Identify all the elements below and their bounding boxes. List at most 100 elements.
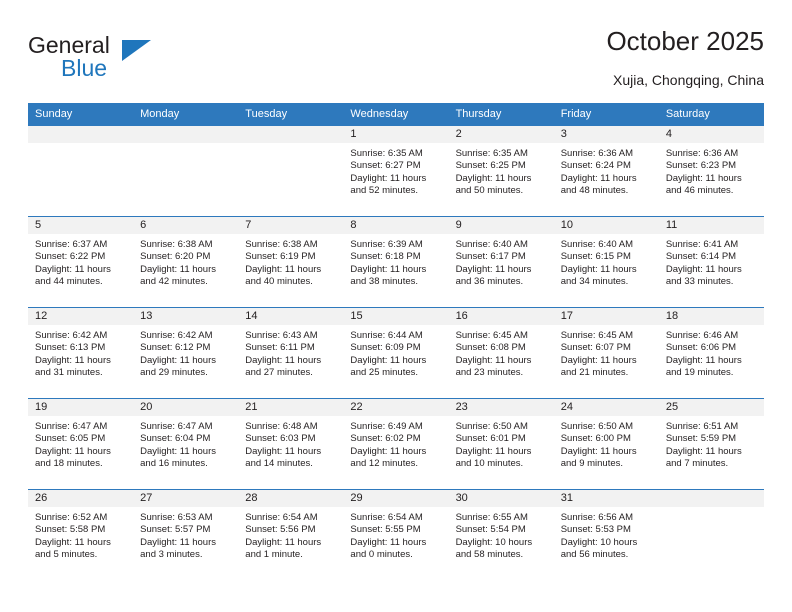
calendar-day-cell[interactable]: 11 Sunrise: 6:41 AM Sunset: 6:14 PM Dayligh… [658,216,764,308]
sunrise-text: Sunrise: 6:38 AM [245,239,318,250]
sunrise-text: Sunrise: 6:55 AM [455,512,528,523]
sunset-text: Sunset: 6:27 PM [350,160,421,172]
calendar-day-cell[interactable]: 14 Sunrise: 6:43 AM Sunset: 6:11 PM Dayligh… [238,307,344,399]
daylight-text-line1: Daylight: 11 hours [35,536,111,548]
daylight-text-line2: and 21 minutes. [560,367,629,379]
calendar-day-cell[interactable]: 28 Sunrise: 6:54 AM Sunset: 5:56 PM Dayligh… [238,489,344,580]
day-sun-info: Sunrise: 6:45 AM Sunset: 6:07 PM Daylight:… [554,325,659,380]
daylight-text-line1: Daylight: 11 hours [140,536,217,548]
calendar-day-cell[interactable] [238,125,344,217]
weekday-header-row: Sunday Monday Tuesday Wednesday Thursday… [28,103,764,126]
day-cell-content: 4 Sunrise: 6:36 AM Sunset: 6:23 PM Daylight… [658,126,764,216]
day-number: 9 [448,217,554,234]
calendar-day-cell[interactable]: 22 Sunrise: 6:49 AM Sunset: 6:02 PM Dayligh… [343,398,449,490]
daylight-text-line1: Daylight: 11 hours [35,354,111,366]
day-sun-info: Sunrise: 6:50 AM Sunset: 6:00 PM Daylight:… [554,416,659,471]
calendar-day-cell[interactable]: 20 Sunrise: 6:47 AM Sunset: 6:04 PM Dayligh… [133,398,239,490]
daylight-text-line2: and 38 minutes. [350,276,419,288]
calendar-day-cell[interactable]: 6 Sunrise: 6:38 AM Sunset: 6:20 PM Daylight… [133,216,239,308]
sunset-text: Sunset: 6:11 PM [245,342,315,354]
day-sun-info: Sunrise: 6:42 AM Sunset: 6:12 PM Daylight:… [133,325,238,380]
calendar-day-cell[interactable]: 9 Sunrise: 6:40 AM Sunset: 6:17 PM Daylight… [448,216,554,308]
calendar-day-cell[interactable]: 26 Sunrise: 6:52 AM Sunset: 5:58 PM Dayligh… [28,489,134,580]
calendar-day-cell[interactable]: 5 Sunrise: 6:37 AM Sunset: 6:22 PM Daylight… [28,216,134,308]
daylight-text-line2: and 1 minute. [245,549,303,561]
sunrise-text: Sunrise: 6:46 AM [665,330,739,341]
sunrise-text: Sunrise: 6:45 AM [560,330,634,341]
daylight-text-line2: and 25 minutes. [350,367,419,379]
calendar-day-cell[interactable]: 1 Sunrise: 6:35 AM Sunset: 6:27 PM Daylight… [343,125,449,217]
calendar-day-cell[interactable]: 23 Sunrise: 6:50 AM Sunset: 6:01 PM Dayligh… [448,398,554,490]
daylight-text-line2: and 42 minutes. [140,276,208,288]
calendar-day-cell[interactable]: 16 Sunrise: 6:45 AM Sunset: 6:08 PM Dayligh… [448,307,554,399]
day-number: 30 [448,490,554,507]
day-number: 31 [553,490,659,507]
daylight-text-line1: Daylight: 11 hours [665,172,742,184]
sunrise-text: Sunrise: 6:36 AM [665,148,739,159]
calendar-day-cell[interactable]: 24 Sunrise: 6:50 AM Sunset: 6:00 PM Dayligh… [553,398,659,490]
calendar-day-cell[interactable]: 7 Sunrise: 6:38 AM Sunset: 6:19 PM Daylight… [238,216,344,308]
calendar-day-cell[interactable]: 15 Sunrise: 6:44 AM Sunset: 6:09 PM Dayligh… [343,307,449,399]
weekday-header-tuesday: Tuesday [238,103,344,126]
sunset-text: Sunset: 6:19 PM [245,251,316,263]
day-cell-content: 10 Sunrise: 6:40 AM Sunset: 6:15 PM Dayligh… [553,217,659,307]
calendar-day-cell[interactable]: 30 Sunrise: 6:55 AM Sunset: 5:54 PM Dayligh… [448,489,554,580]
daylight-text-line2: and 31 minutes. [35,367,103,379]
day-sun-info: Sunrise: 6:54 AM Sunset: 5:56 PM Daylight:… [238,507,343,562]
weekday-header-wednesday: Wednesday [343,103,449,126]
day-number: 27 [133,490,239,507]
day-number [238,126,344,143]
calendar-day-cell[interactable]: 4 Sunrise: 6:36 AM Sunset: 6:23 PM Daylight… [658,125,764,217]
sunrise-text: Sunrise: 6:41 AM [665,239,739,250]
calendar-day-cell[interactable] [133,125,239,217]
daylight-text-line2: and 7 minutes. [665,458,729,470]
sunset-text: Sunset: 6:18 PM [350,251,421,263]
day-cell-content: 12 Sunrise: 6:42 AM Sunset: 6:13 PM Dayligh… [28,308,134,398]
daylight-text-line1: Daylight: 11 hours [350,263,427,275]
sunrise-text: Sunrise: 6:45 AM [455,330,528,341]
calendar-day-cell[interactable]: 19 Sunrise: 6:47 AM Sunset: 6:05 PM Dayligh… [28,398,134,490]
day-sun-info: Sunrise: 6:38 AM Sunset: 6:19 PM Daylight:… [238,234,343,289]
calendar-day-cell[interactable]: 25 Sunrise: 6:51 AM Sunset: 5:59 PM Dayligh… [658,398,764,490]
day-number: 24 [553,399,659,416]
day-number: 17 [553,308,659,325]
calendar-day-cell[interactable]: 18 Sunrise: 6:46 AM Sunset: 6:06 PM Dayligh… [658,307,764,399]
sunset-text: Sunset: 6:14 PM [665,251,737,263]
sunrise-text: Sunrise: 6:56 AM [560,512,634,523]
calendar-day-cell[interactable]: 21 Sunrise: 6:48 AM Sunset: 6:03 PM Dayligh… [238,398,344,490]
daylight-text-line2: and 18 minutes. [35,458,103,470]
daylight-text-line1: Daylight: 11 hours [350,172,427,184]
calendar-day-cell[interactable]: 17 Sunrise: 6:45 AM Sunset: 6:07 PM Dayligh… [553,307,659,399]
calendar-day-cell[interactable]: 29 Sunrise: 6:54 AM Sunset: 5:55 PM Dayligh… [343,489,449,580]
page-header: General Blue October 2025 Xujia, Chongqi… [28,26,764,98]
sunset-text: Sunset: 6:15 PM [560,251,631,263]
day-number: 26 [28,490,134,507]
sunset-text: Sunset: 6:17 PM [455,251,526,263]
general-blue-logo[interactable]: General Blue [28,32,178,88]
sunrise-text: Sunrise: 6:35 AM [455,148,528,159]
calendar-day-cell[interactable]: 12 Sunrise: 6:42 AM Sunset: 6:13 PM Dayligh… [28,307,134,399]
calendar-day-cell[interactable]: 31 Sunrise: 6:56 AM Sunset: 5:53 PM Dayligh… [553,489,659,580]
day-number: 14 [238,308,344,325]
calendar-day-cell[interactable] [658,489,764,580]
sunset-text: Sunset: 6:04 PM [140,433,211,445]
calendar-day-cell[interactable]: 8 Sunrise: 6:39 AM Sunset: 6:18 PM Daylight… [343,216,449,308]
daylight-text-line2: and 5 minutes. [35,549,98,561]
day-cell-content: 31 Sunrise: 6:56 AM Sunset: 5:53 PM Dayligh… [553,490,659,580]
sunrise-text: Sunrise: 6:47 AM [35,421,108,432]
sunrise-text: Sunrise: 6:43 AM [245,330,318,341]
daylight-text-line2: and 27 minutes. [245,367,313,379]
calendar-page: General Blue October 2025 Xujia, Chongqi… [0,0,792,612]
day-cell-content [658,490,764,580]
day-number: 1 [343,126,449,143]
calendar-day-cell[interactable]: 13 Sunrise: 6:42 AM Sunset: 6:12 PM Dayligh… [133,307,239,399]
calendar-day-cell[interactable]: 3 Sunrise: 6:36 AM Sunset: 6:24 PM Daylight… [553,125,659,217]
calendar-day-cell[interactable]: 2 Sunrise: 6:35 AM Sunset: 6:25 PM Daylight… [448,125,554,217]
calendar-day-cell[interactable] [28,125,134,217]
calendar-day-cell[interactable]: 27 Sunrise: 6:53 AM Sunset: 5:57 PM Dayligh… [133,489,239,580]
calendar-week-row: 5 Sunrise: 6:37 AM Sunset: 6:22 PM Daylight… [28,216,764,308]
day-number: 6 [133,217,239,234]
day-sun-info: Sunrise: 6:46 AM Sunset: 6:06 PM Daylight:… [659,325,764,380]
calendar-day-cell[interactable]: 10 Sunrise: 6:40 AM Sunset: 6:15 PM Dayligh… [553,216,659,308]
calendar-week-row: 19 Sunrise: 6:47 AM Sunset: 6:05 PM Dayligh… [28,398,764,490]
